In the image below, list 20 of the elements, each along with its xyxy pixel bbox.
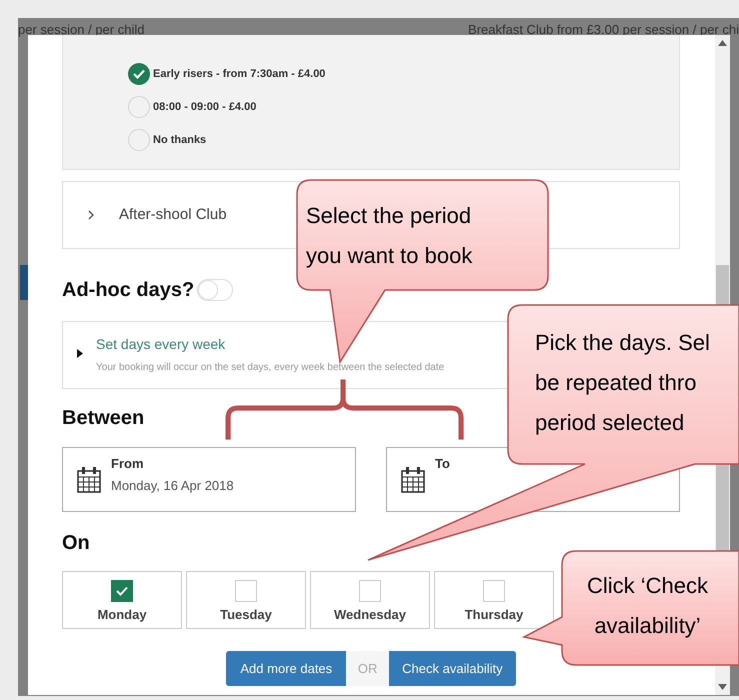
field-value: Monday, 16 Apr 2018 (111, 476, 234, 495)
field-label: From (111, 455, 144, 473)
background-text: per session / per child (18, 21, 144, 39)
section-heading: Ad-hoc days? (62, 278, 194, 303)
callout-text: Click ‘Check availability’ (587, 572, 708, 640)
field-label: To (435, 455, 450, 473)
background-text: Breakfast Club from £3.00 per session / per chi (468, 21, 739, 39)
day-label: Monday (97, 606, 147, 624)
callout-text: Select the period you want to book (306, 202, 472, 270)
option-label: Early risers - from 7:30am - £4.00 (153, 66, 326, 82)
club-label: After-shool Club (119, 204, 227, 225)
or-separator: OR (346, 651, 390, 686)
day-label: Wednesday (334, 606, 406, 624)
section-heading: Between (62, 406, 144, 431)
day-label: Tuesday (220, 606, 272, 624)
day-label: Thursday (464, 606, 524, 624)
section-heading: On (62, 531, 90, 556)
set-days-description: Your booking will occur on the set days, every week between the selected date (96, 361, 444, 374)
option-label: 08:00 - 09:00 - £4.00 (153, 100, 256, 115)
option-label: No thanks (153, 132, 206, 148)
